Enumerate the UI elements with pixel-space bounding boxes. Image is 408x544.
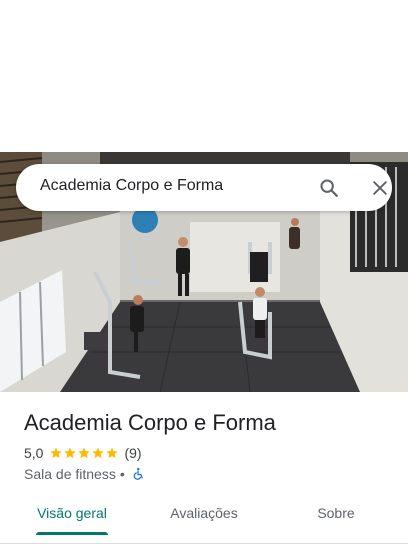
search-input[interactable]: Academia Corpo e Forma (40, 177, 223, 195)
top-blank-area (0, 0, 408, 152)
search-icon[interactable] (318, 177, 340, 199)
wheelchair-icon (133, 467, 143, 480)
star-icon (78, 447, 91, 459)
rating-row[interactable]: 5,0 (9) (24, 444, 142, 462)
place-category: Sala de fitness (24, 466, 116, 482)
star-icon (64, 447, 77, 459)
star-icon (50, 447, 63, 459)
star-icon (106, 447, 119, 459)
tab-sobre[interactable]: Sobre (288, 496, 384, 544)
rating-stars (49, 446, 119, 460)
close-icon[interactable] (370, 178, 390, 198)
search-bar[interactable]: Academia Corpo e Forma (16, 164, 392, 211)
active-tab-indicator (36, 532, 108, 535)
separator-dot: • (119, 466, 125, 482)
rating-value: 5,0 (24, 445, 44, 461)
category-row: Sala de fitness • (24, 465, 145, 483)
tab-visao-geral[interactable]: Visão geral (24, 496, 120, 544)
review-count[interactable]: (9) (124, 445, 141, 461)
star-icon (92, 447, 105, 459)
place-title: Academia Corpo e Forma (24, 410, 276, 435)
tab-avaliacoes[interactable]: Avaliações (156, 496, 252, 544)
place-tabs: Visão geral Avaliações Sobre (0, 496, 408, 544)
